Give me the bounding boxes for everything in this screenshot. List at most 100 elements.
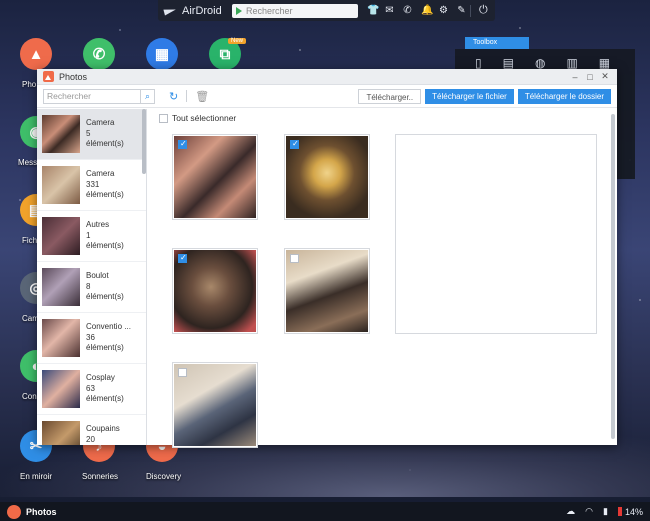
download-file-button[interactable]: Télécharger le fichier (425, 88, 514, 104)
album-name: Autres (86, 220, 110, 230)
photo-search-input[interactable]: Rechercher ⌕ (43, 88, 155, 104)
taskbar-photos[interactable]: Photos (7, 504, 57, 519)
album-count: 331 (86, 179, 100, 189)
edit-icon[interactable]: ✎ (457, 5, 466, 16)
photos-app-icon (7, 504, 21, 519)
new-badge: New (228, 38, 247, 44)
album-thumbnail (42, 115, 80, 153)
desktop-messages-label: Mess (18, 158, 38, 167)
album-item[interactable]: Conventio ... 36 élément(s) (37, 313, 146, 364)
album-count: 5 (86, 128, 91, 138)
mail-icon[interactable]: ✉ (385, 5, 394, 16)
photo-checkbox[interactable] (290, 139, 299, 149)
battery-level: 14% (624, 506, 643, 517)
album-thumbnail (42, 319, 80, 357)
album-thumbnail (42, 268, 80, 306)
toolbox-tab[interactable]: Toolbox (465, 37, 529, 49)
search-icon[interactable]: ⌕ (140, 89, 154, 103)
album-count: 63 (86, 383, 95, 393)
album-thumbnail (42, 217, 80, 255)
desktop-apps-icon[interactable]: ▦ (146, 38, 178, 70)
album-name: Boulot (86, 271, 109, 281)
desktop-calls-icon[interactable]: ✆ (83, 38, 115, 70)
desktop-photos-label: Pho (22, 80, 37, 89)
photo-thumbnail[interactable] (284, 134, 370, 220)
close-icon[interactable]: ✕ (599, 71, 611, 82)
select-all-checkbox[interactable]: Tout sélectionner (159, 113, 236, 123)
phone-device-icon[interactable]: ▯ (475, 56, 482, 70)
phone-icon[interactable]: ✆ (403, 5, 412, 16)
album-info: Camera 5 élément(s) (86, 118, 141, 150)
upload-button[interactable]: Télécharger.. (358, 88, 422, 104)
globe-icon[interactable]: ◍ (535, 56, 545, 70)
desktop-photos-icon[interactable]: ▲ (20, 38, 52, 70)
photo-search-placeholder: Rechercher (47, 91, 91, 101)
photo-checkbox[interactable] (290, 254, 299, 263)
album-info: Autres 1 élément(s) (86, 220, 141, 252)
album-count: 36 (86, 332, 95, 342)
minimize-icon[interactable]: – (569, 72, 581, 82)
global-search-placeholder: Rechercher (246, 5, 293, 16)
album-name: Conventio ... (86, 322, 131, 332)
document-icon[interactable]: ▤ (503, 56, 514, 70)
grid-icon[interactable]: ▦ (599, 56, 610, 70)
album-info: Cosplay 63 élément(s) (86, 373, 141, 405)
window-title-bar[interactable]: Photos – □ ✕ (37, 69, 617, 85)
album-count-unit: élément(s) (86, 139, 124, 149)
clipboard-icon[interactable]: ▥ (566, 56, 577, 70)
album-item[interactable]: Autres 1 élément(s) (37, 211, 146, 262)
photo-preview-panel (395, 134, 597, 334)
photo-scrollbar[interactable] (611, 114, 615, 439)
album-count-unit: élément(s) (86, 394, 124, 404)
cloud-icon[interactable]: ☁ (566, 506, 575, 517)
album-item[interactable]: Boulot 8 élément(s) (37, 262, 146, 313)
google-play-icon (236, 6, 242, 15)
divider (186, 90, 188, 102)
gear-icon[interactable]: ⚙ (439, 5, 448, 16)
photo-thumbnail[interactable] (172, 134, 258, 220)
airdroid-logo-icon (164, 6, 178, 16)
airdroid-brand[interactable]: AirDroid (164, 5, 232, 17)
album-name: Camera (86, 169, 115, 179)
refresh-icon[interactable]: ↻ (169, 90, 178, 103)
download-folder-button[interactable]: Télécharger le dossier (517, 88, 611, 104)
photo-checkbox[interactable] (178, 139, 187, 149)
album-count: 1 (86, 230, 91, 240)
album-item[interactable]: Coupains20élément(s) (37, 415, 146, 445)
album-thumbnail (42, 166, 80, 204)
global-search-input[interactable]: Rechercher (232, 3, 358, 18)
tshirt-icon[interactable]: 👕 (367, 5, 379, 16)
photos-app-icon (43, 71, 54, 82)
signal-icon: ▮ (603, 506, 608, 516)
album-list: Camera 5 élément(s) Camera 331 élément(s) Autr… (37, 109, 147, 445)
airdroid-top-bar: AirDroid Rechercher 👕 ✉ ✆ 🔔 ⚙ ✎ ⏻ (158, 0, 495, 21)
taskbar-app-label: Photos (26, 506, 57, 517)
taskbar: Photos ☁ ◠ ▮ 14% (0, 502, 650, 521)
album-info: Camera 331 élément(s) (86, 169, 141, 201)
album-info: Boulot 8 élément(s) (86, 271, 141, 303)
desktop-mirror-label: En miroir (20, 472, 53, 481)
photo-checkbox[interactable] (178, 368, 187, 377)
album-name: Camera (86, 118, 115, 128)
checkbox[interactable] (159, 113, 168, 123)
power-icon[interactable]: ⏻ (479, 4, 488, 17)
album-item[interactable]: Camera 5 élément(s) (37, 109, 146, 160)
photo-checkbox[interactable] (178, 253, 187, 263)
album-count-unit: élément(s) (86, 241, 124, 251)
photo-thumbnail[interactable] (172, 248, 258, 334)
trash-icon[interactable]: 🗑 (195, 90, 209, 103)
album-info: Coupains20élément(s) (86, 424, 141, 445)
album-item[interactable]: Camera 331 élément(s) (37, 160, 146, 211)
photo-grid-area: Tout sélectionner (157, 109, 617, 448)
photo-thumbnail[interactable] (284, 248, 370, 334)
photo-thumbnail[interactable] (172, 362, 258, 448)
album-name: Coupains (86, 424, 120, 434)
battery-indicator: 14% (617, 506, 643, 517)
album-item[interactable]: Cosplay 63 élément(s) (37, 364, 146, 415)
bell-icon[interactable]: 🔔 (421, 5, 433, 16)
maximize-icon[interactable]: □ (584, 72, 596, 82)
desktop-contacts-label: Con (22, 392, 37, 401)
album-thumbnail (42, 421, 80, 445)
album-scrollbar[interactable] (142, 109, 146, 174)
battery-icon (617, 507, 622, 516)
